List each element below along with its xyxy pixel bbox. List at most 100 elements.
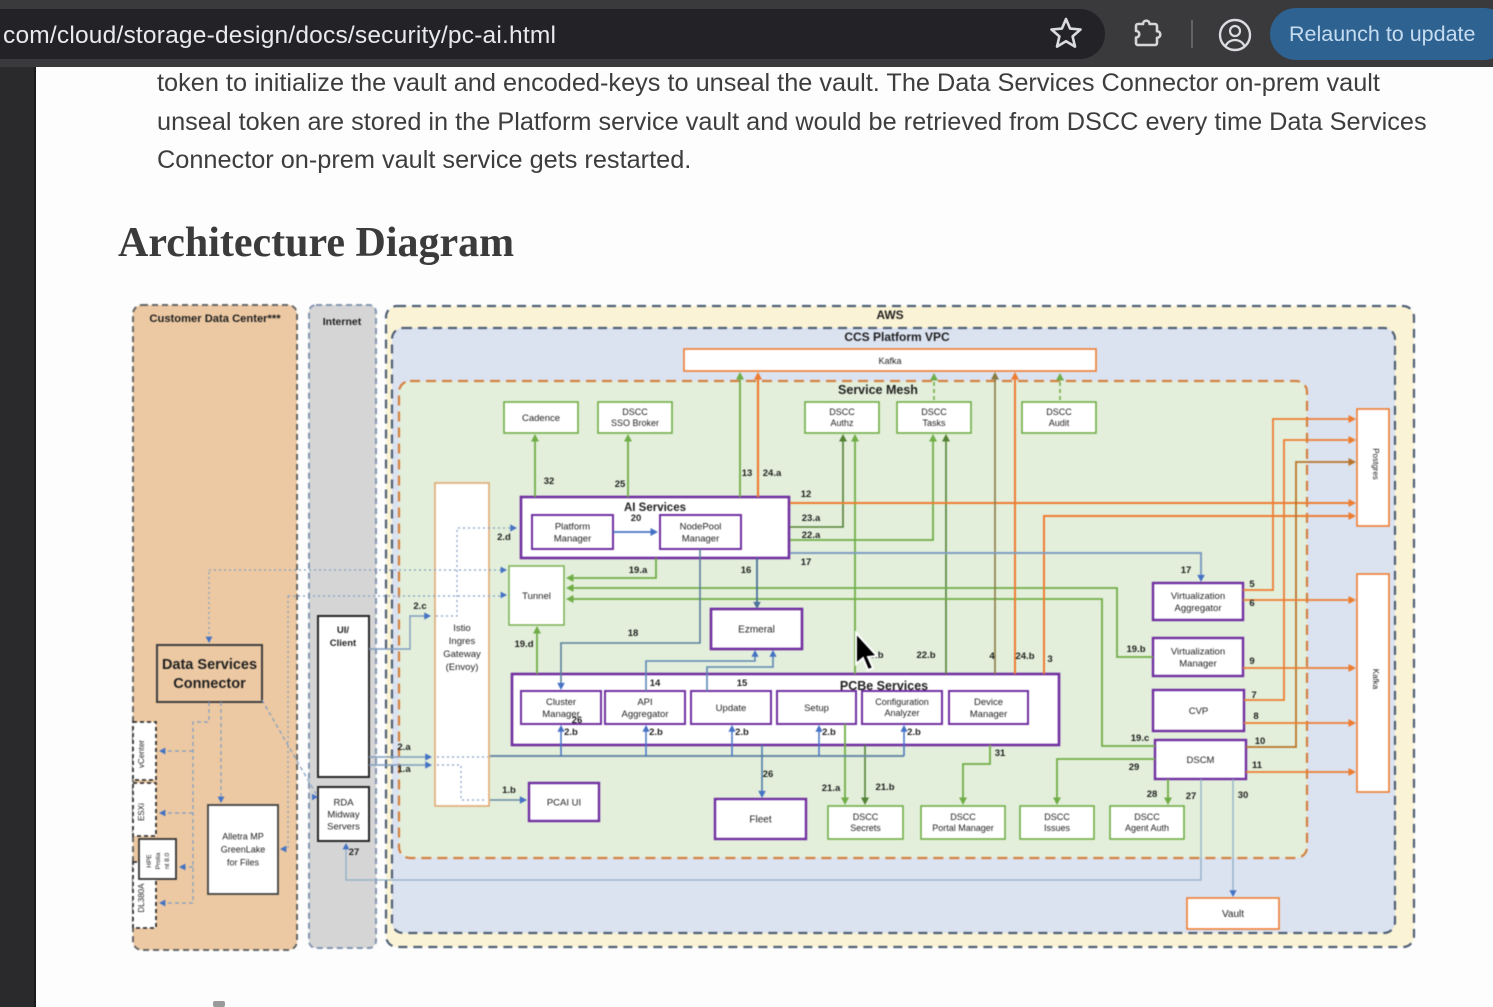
svg-text:19.b: 19.b	[1126, 644, 1145, 655]
svg-text:Configuration: Configuration	[875, 697, 929, 707]
svg-text:Kafka: Kafka	[878, 356, 901, 366]
svg-text:Manager: Manager	[682, 533, 720, 544]
svg-text:22.b: 22.b	[916, 650, 935, 661]
svg-text:31: 31	[995, 748, 1006, 759]
svg-text:4: 4	[989, 651, 995, 662]
svg-text:21.a: 21.a	[822, 783, 841, 794]
svg-text:AWS: AWS	[876, 308, 903, 322]
svg-text:5: 5	[1249, 579, 1255, 590]
svg-text:Service Mesh: Service Mesh	[838, 383, 918, 397]
svg-text:DSCC: DSCC	[1134, 812, 1160, 822]
svg-text:22.a: 22.a	[802, 530, 821, 541]
svg-text:Vault: Vault	[1222, 909, 1244, 920]
svg-text:20: 20	[631, 513, 642, 524]
svg-text:PCAI UI: PCAI UI	[547, 797, 581, 808]
svg-text:26: 26	[763, 769, 774, 780]
svg-text:for Files: for Files	[227, 858, 260, 868]
svg-text:17: 17	[801, 557, 812, 568]
svg-text:13: 13	[742, 468, 753, 479]
svg-text:Kafka: Kafka	[1371, 669, 1380, 690]
svg-text:Agent Auth: Agent Auth	[1125, 823, 1169, 833]
svg-text:Secrets: Secrets	[850, 823, 881, 833]
svg-text:3: 3	[1047, 654, 1052, 665]
svg-text:24.b: 24.b	[1015, 651, 1034, 662]
svg-text:Ingres: Ingres	[449, 636, 476, 647]
svg-text:2.c: 2.c	[413, 601, 426, 612]
svg-text:14: 14	[650, 678, 661, 689]
svg-text:Postgres: Postgres	[1371, 448, 1380, 480]
svg-text:17: 17	[1181, 565, 1192, 576]
svg-text:Ezmeral: Ezmeral	[738, 625, 775, 636]
svg-text:UI/: UI/	[337, 625, 350, 636]
svg-text:7: 7	[1251, 690, 1256, 701]
svg-text:Internet: Internet	[323, 316, 362, 328]
svg-text:Customer Data Center***: Customer Data Center***	[149, 313, 281, 325]
svg-text:DSCC: DSCC	[829, 407, 855, 417]
svg-text:DL380A: DL380A	[137, 883, 146, 913]
svg-text:Midway: Midway	[327, 809, 359, 820]
svg-text:DSCC: DSCC	[1044, 812, 1070, 822]
svg-text:27: 27	[1186, 791, 1197, 802]
svg-text:Servers: Servers	[327, 821, 360, 832]
svg-text:27: 27	[349, 847, 360, 858]
svg-text:DSCC: DSCC	[622, 407, 648, 417]
svg-text:2.b: 2.b	[735, 727, 749, 738]
svg-text:16: 16	[741, 565, 752, 576]
svg-text:2.b: 2.b	[564, 727, 578, 738]
svg-text:CVP: CVP	[1189, 706, 1209, 717]
svg-text:Aggregator: Aggregator	[621, 709, 668, 720]
svg-text:DSCC: DSCC	[1046, 407, 1072, 417]
svg-text:25: 25	[615, 479, 626, 490]
svg-text:23.a: 23.a	[802, 513, 821, 524]
svg-text:(Envoy): (Envoy)	[446, 662, 479, 673]
svg-text:Analyzer: Analyzer	[884, 708, 919, 718]
svg-text:Manager: Manager	[554, 533, 592, 544]
svg-text:DSCC: DSCC	[950, 812, 976, 822]
svg-text:18: 18	[628, 628, 639, 639]
svg-text:1.a: 1.a	[397, 764, 411, 775]
svg-text:Gateway: Gateway	[443, 649, 481, 660]
svg-text:12: 12	[801, 489, 812, 500]
svg-text:Virtualization: Virtualization	[1171, 591, 1225, 602]
svg-text:Device: Device	[974, 697, 1003, 708]
svg-text:8: 8	[1253, 711, 1258, 722]
svg-text:Aggregator: Aggregator	[1174, 603, 1221, 614]
svg-text:DSCC: DSCC	[853, 812, 879, 822]
svg-text:19.d: 19.d	[514, 639, 533, 650]
svg-text:vCenter: vCenter	[137, 740, 146, 768]
svg-text:Data Services: Data Services	[162, 657, 257, 673]
svg-text:RDA: RDA	[333, 797, 354, 808]
svg-text:PCBe Services: PCBe Services	[840, 679, 928, 693]
svg-text:nt 8.0: nt 8.0	[164, 852, 171, 869]
svg-text:Client: Client	[330, 638, 357, 649]
svg-text:Prolia: Prolia	[155, 852, 162, 869]
svg-text:Connector: Connector	[173, 676, 246, 692]
svg-text:19.a: 19.a	[629, 565, 648, 576]
svg-text:Alletra MP: Alletra MP	[222, 832, 264, 842]
svg-text:GreenLake: GreenLake	[221, 845, 266, 855]
svg-text:Portal Manager: Portal Manager	[932, 823, 994, 833]
svg-text:DSCC: DSCC	[921, 407, 947, 417]
svg-text:Update: Update	[716, 703, 747, 714]
svg-text:Platform: Platform	[555, 521, 590, 532]
svg-text:21.b: 21.b	[875, 782, 894, 793]
svg-text:2.a: 2.a	[397, 742, 411, 753]
svg-text:2.b: 2.b	[649, 727, 663, 738]
svg-text:Tasks: Tasks	[922, 418, 946, 428]
svg-text:2.b: 2.b	[907, 727, 921, 738]
svg-text:9: 9	[1249, 656, 1254, 667]
svg-text:Tunnel: Tunnel	[522, 591, 551, 602]
svg-text:26: 26	[572, 715, 583, 726]
svg-text:10: 10	[1255, 736, 1266, 747]
svg-text:Cluster: Cluster	[546, 697, 576, 708]
svg-text:HPE: HPE	[146, 854, 153, 868]
svg-text:1.b: 1.b	[502, 785, 516, 796]
svg-text:2.d: 2.d	[497, 532, 511, 543]
svg-text:API: API	[637, 697, 652, 708]
svg-text:Virtualization: Virtualization	[1171, 646, 1225, 657]
svg-text:Setup: Setup	[804, 703, 829, 714]
svg-text:ESXi: ESXi	[137, 803, 146, 821]
svg-text:19.c: 19.c	[1131, 733, 1150, 744]
svg-text:2.b: 2.b	[822, 727, 836, 738]
svg-text:NodePool: NodePool	[680, 521, 722, 532]
